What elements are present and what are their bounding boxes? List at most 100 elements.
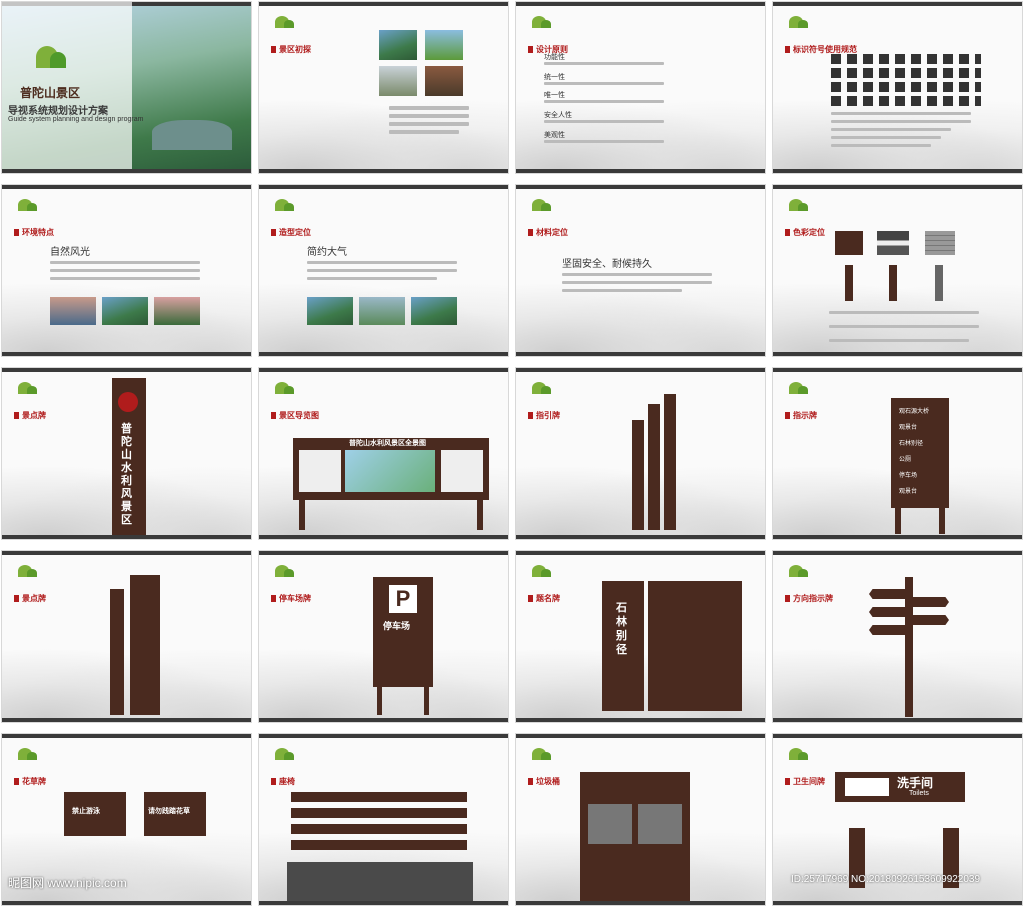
principle-1: 功能性	[544, 54, 565, 61]
slide-tag: 材料定位	[528, 227, 568, 238]
slide-tag: 指引牌	[528, 410, 560, 421]
parking-p-icon: P	[389, 585, 417, 613]
scenic-sign-post	[110, 589, 124, 715]
principle-5: 美观性	[544, 132, 565, 139]
slide-environment[interactable]: 环境特点 自然风光	[1, 184, 252, 357]
indicator-post	[939, 506, 945, 534]
brick-post	[935, 265, 943, 301]
slide-scenic-sign[interactable]: 景点牌 普陀山水利风景区	[1, 367, 252, 540]
wood-post	[889, 265, 897, 301]
arrow-board	[869, 607, 905, 617]
flower-sign-text: 禁止游泳	[72, 808, 100, 815]
slide-guide-map[interactable]: 景区导览图 普陀山水利风景区全景图	[258, 367, 509, 540]
logo-icon	[271, 380, 301, 404]
principle-2: 统一性	[544, 74, 565, 81]
slide-tag: 垃圾桶	[528, 776, 560, 787]
slide-heading: 坚固安全、耐候持久	[562, 259, 652, 270]
indicator-row: 石林别径	[899, 441, 924, 447]
slide-form[interactable]: 造型定位 简约大气	[258, 184, 509, 357]
slide-tag: 花草牌	[14, 776, 46, 787]
guide-post	[632, 420, 644, 530]
slide-direction-arrows[interactable]: 方向指示牌	[772, 550, 1023, 723]
slide-heading: 自然风光	[50, 247, 90, 258]
principle-4: 安全人性	[544, 112, 572, 119]
slide-toilet[interactable]: 卫生间牌 洗手间 Toilets ID:25717969 NO:20180926…	[772, 733, 1023, 906]
logo-icon	[14, 746, 44, 770]
slide-tag: 环境特点	[14, 227, 54, 238]
bench-slat	[291, 808, 467, 818]
slide-direction-posts[interactable]: 指引牌	[515, 367, 766, 540]
title-sign-left: 石林别径	[602, 581, 644, 711]
slide-indicator[interactable]: 指示牌 观石源大桥 观景台 石林别径 公厕 停车场 观景台	[772, 367, 1023, 540]
slide-title-sign[interactable]: 题名牌 石林别径	[515, 550, 766, 723]
slide-tag: 指示牌	[785, 410, 817, 421]
arrow-board	[869, 589, 905, 599]
slide-parking[interactable]: 停车场牌 P 停车场	[258, 550, 509, 723]
photo	[154, 297, 200, 325]
slide-scenic-sign-2[interactable]: 景点牌	[1, 550, 252, 723]
logo-icon	[14, 563, 44, 587]
toilet-sign: 洗手间 Toilets	[835, 772, 965, 802]
cover-subtitle: Guide system planning and design program	[8, 116, 144, 123]
logo-icon	[271, 197, 301, 221]
map-board-image	[345, 450, 435, 492]
logo-icon	[32, 40, 72, 76]
logo-icon	[528, 14, 558, 38]
cover-title: 导视系统规划设计方案	[8, 106, 108, 117]
photo-2	[425, 30, 463, 60]
slide-color[interactable]: 色彩定位	[772, 184, 1023, 357]
brick-swatch	[925, 231, 955, 255]
bench-base	[287, 862, 473, 902]
principle-3: 唯一性	[544, 92, 565, 99]
bench-slat	[291, 840, 467, 850]
roof-swatch	[877, 231, 909, 255]
slide-tag: 景区导览图	[271, 410, 319, 421]
guide-post	[648, 404, 660, 530]
slide-principles[interactable]: 设计原则 功能性 统一性 唯一性 安全人性 美观性	[515, 1, 766, 174]
photo	[411, 297, 457, 325]
logo-icon	[271, 746, 301, 770]
bench-slat	[291, 792, 467, 802]
map-board-leg	[299, 500, 305, 530]
trash-bin-left	[588, 804, 632, 844]
guide-post	[664, 394, 676, 530]
photo	[307, 297, 353, 325]
symbol-grid	[831, 54, 981, 106]
slide-tag: 色彩定位	[785, 227, 825, 238]
slide-intro[interactable]: 景区初探	[258, 1, 509, 174]
toilet-sign-text: 洗手间	[897, 776, 934, 790]
map-board-left-panel	[299, 450, 341, 492]
photo-4	[425, 66, 463, 96]
slide-tag: 景点牌	[14, 593, 46, 604]
arrow-board	[913, 597, 949, 607]
wood-post	[845, 265, 853, 301]
logo-icon	[528, 746, 558, 770]
indicator-row: 停车场	[899, 473, 918, 479]
flower-sign-text: 请勿践踏花草	[148, 808, 190, 815]
arrow-post	[905, 577, 913, 717]
slide-tag: 题名牌	[528, 593, 560, 604]
toilet-sign-sub: Toilets	[909, 790, 929, 797]
slide-trash[interactable]: 垃圾桶	[515, 733, 766, 906]
parking-post	[424, 685, 429, 715]
slide-material[interactable]: 材料定位 坚固安全、耐候持久	[515, 184, 766, 357]
slide-tag: 方向指示牌	[785, 593, 833, 604]
slide-bench[interactable]: 座椅	[258, 733, 509, 906]
indicator-post	[895, 506, 901, 534]
logo-icon	[14, 197, 44, 221]
cover-slide[interactable]: 普陀山景区 导视系统规划设计方案 Guide system planning a…	[1, 1, 252, 174]
flower-sign: 禁止游泳	[64, 792, 126, 836]
parking-post	[377, 685, 382, 715]
slide-flower-sign[interactable]: 花草牌 禁止游泳 请勿践踏花草 昵图网 www.nipic.com	[1, 733, 252, 906]
slide-symbols[interactable]: 标识符号使用规范	[772, 1, 1023, 174]
logo-icon	[528, 197, 558, 221]
bench-slat	[291, 824, 467, 834]
slide-tag: 卫生间牌	[785, 776, 825, 787]
logo-icon	[785, 563, 815, 587]
photo-1	[379, 30, 417, 60]
watermark-left: 昵图网 www.nipic.com	[8, 876, 127, 890]
slide-tag: 造型定位	[271, 227, 311, 238]
watermark-right: ID:25717969 NO:20180926153609922039	[791, 874, 981, 885]
title-sign-right	[648, 581, 742, 711]
lake-shape	[152, 120, 232, 150]
